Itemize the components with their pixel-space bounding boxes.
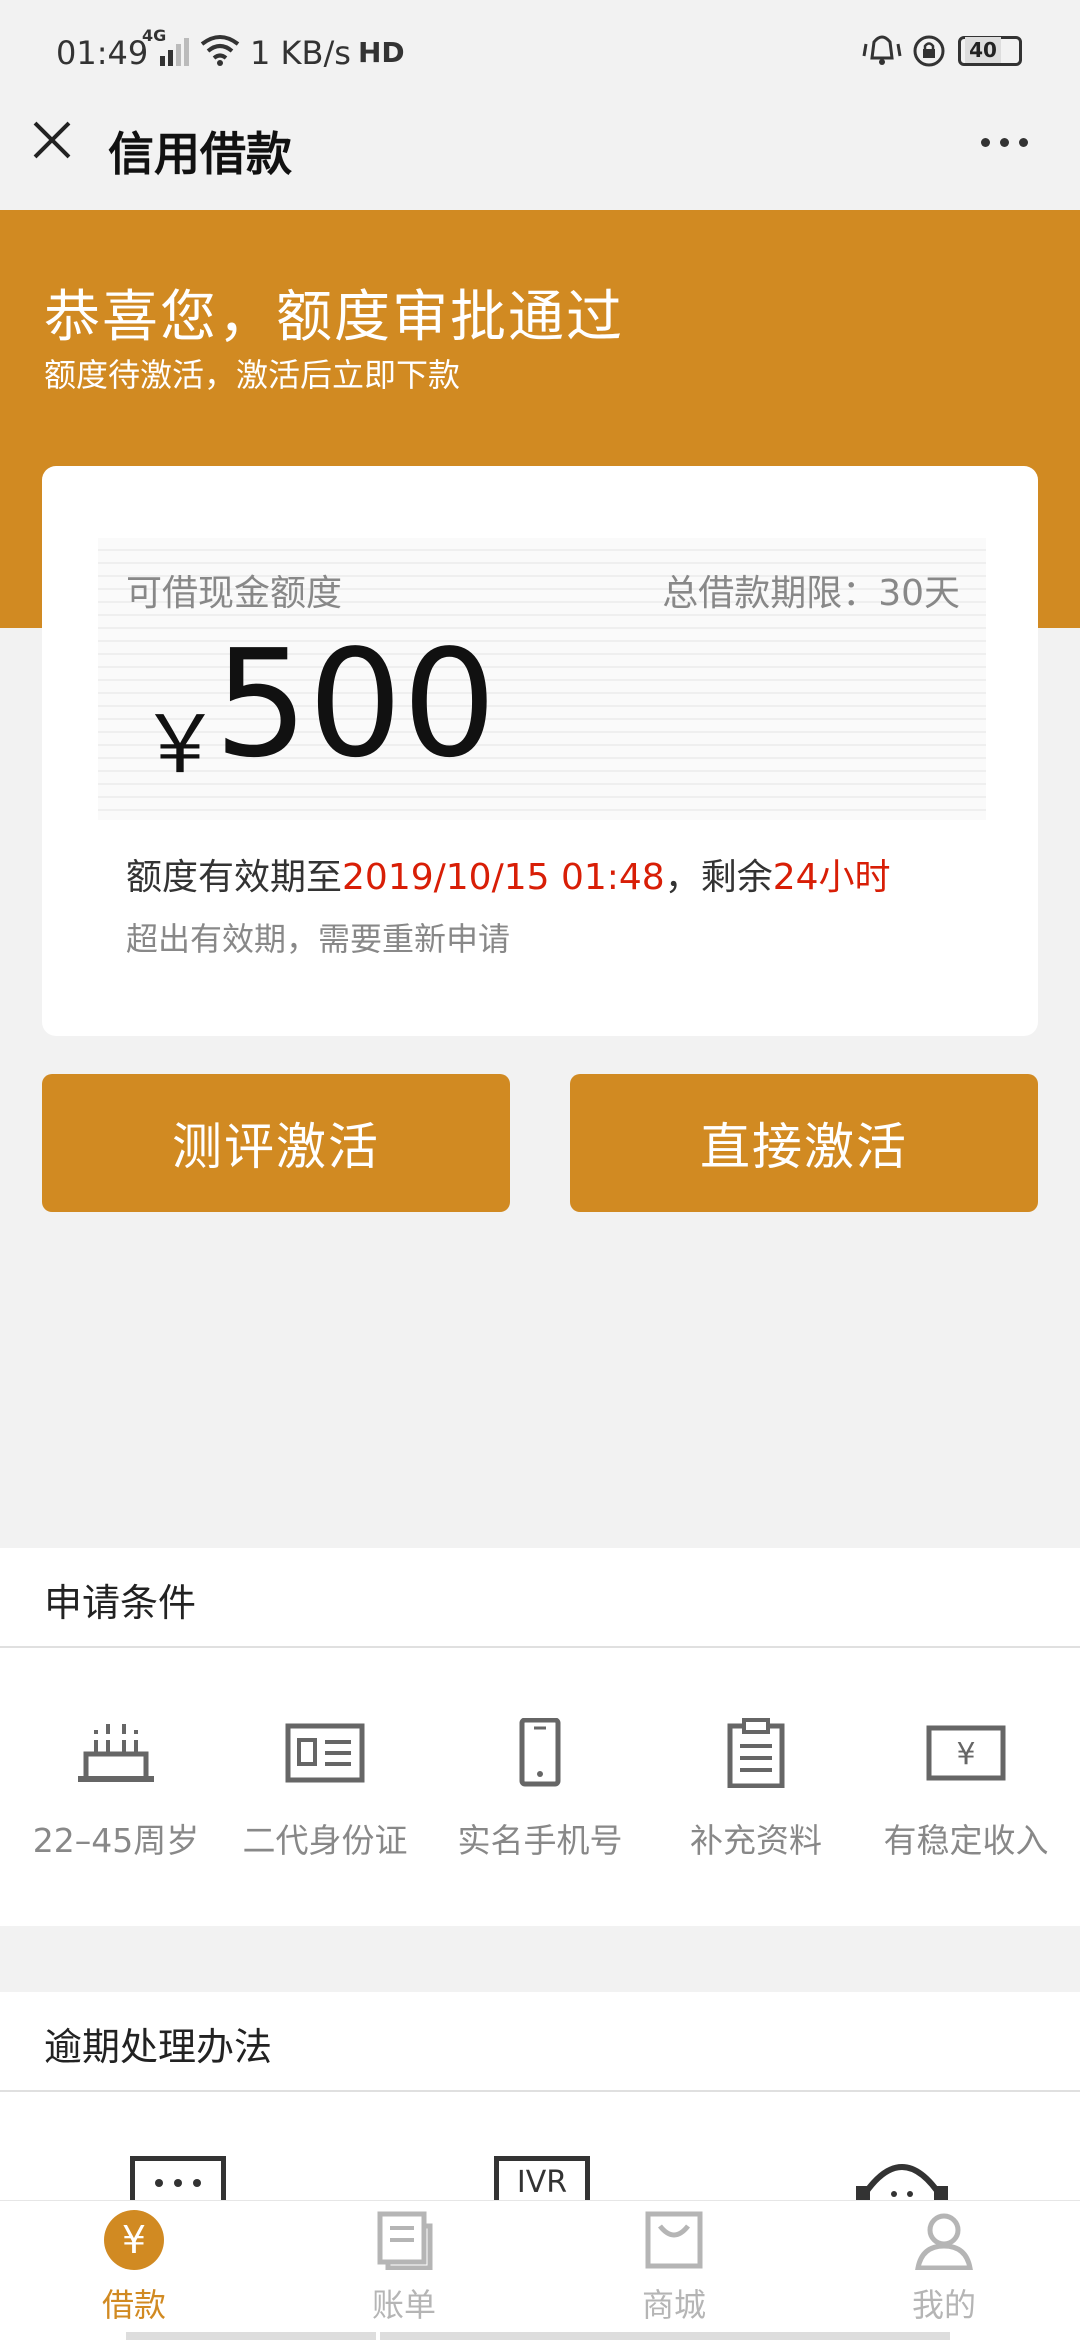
validity-prefix: 额度有效期至: [126, 857, 343, 898]
condition-item-phone: 实名手机号: [440, 1717, 640, 1862]
ivr-icon: IVR: [494, 2156, 590, 2200]
banner-title: 恭喜您，额度审批通过: [44, 285, 624, 350]
network-speed: 1 KB/s: [250, 34, 351, 72]
nav-item-mine[interactable]: 我的: [844, 2210, 1044, 2326]
battery-level: 40: [965, 37, 1001, 63]
id-card-icon: [285, 1718, 365, 1788]
condition-label: 实名手机号: [457, 1821, 623, 1860]
currency-symbol: ￥: [140, 698, 220, 791]
condition-label: 22–45周岁: [32, 1821, 200, 1860]
hd-icon: HD: [358, 36, 405, 69]
bill-icon: [374, 2210, 434, 2271]
amount-label: 可借现金额度: [126, 573, 343, 614]
validity-date: 2019/10/15 01:48: [342, 857, 665, 898]
condition-item-material: 补充资料: [656, 1718, 856, 1862]
page-title: 信用借款: [108, 127, 292, 181]
user-icon: [914, 2210, 974, 2271]
home-indicator: [126, 2332, 376, 2340]
condition-label: 补充资料: [690, 1821, 822, 1860]
validity-remaining: 24小时: [772, 857, 891, 898]
svg-text:¥: ¥: [956, 1737, 975, 1772]
more-icon[interactable]: [975, 128, 1035, 158]
nav-item-loan[interactable]: ¥ 借款: [34, 2210, 234, 2326]
condition-item-age: 22–45周岁: [16, 1718, 216, 1862]
nav-label: 商城: [641, 2286, 706, 2324]
vibrate-icon: [862, 34, 902, 68]
banner-subtitle: 额度待激活，激活后立即下款: [44, 356, 461, 394]
evaluate-activate-button[interactable]: 测评激活: [42, 1074, 510, 1212]
nav-label: 我的: [911, 2286, 976, 2324]
credit-amount: 500: [214, 618, 497, 790]
condition-item-id: 二代身份证: [225, 1718, 425, 1862]
condition-label: 有稳定收入: [883, 1821, 1049, 1860]
expire-note: 超出有效期，需要重新申请: [126, 920, 511, 958]
nav-item-shop[interactable]: 商城: [574, 2210, 774, 2326]
condition-label: 二代身份证: [242, 1821, 408, 1860]
close-icon[interactable]: [30, 118, 74, 162]
term-label: 总借款期限：30天: [662, 573, 960, 614]
clipboard-icon: [716, 1718, 796, 1789]
direct-activate-button[interactable]: 直接激活: [570, 1074, 1038, 1212]
yen-bill-icon: ¥: [926, 1718, 1006, 1788]
nav-label: 账单: [371, 2286, 436, 2324]
yen-icon: ¥: [104, 2210, 164, 2270]
signal-icon: [160, 34, 190, 66]
home-indicator: [380, 2332, 950, 2340]
message-icon: [130, 2156, 226, 2200]
status-bar: 01:49 4G 1 KB/s HD 40: [0, 0, 1080, 110]
cake-icon: [76, 1718, 156, 1788]
nav-label: 借款: [101, 2286, 166, 2324]
headset-icon: [854, 2150, 950, 2202]
phone-icon: [500, 1717, 580, 1788]
status-time: 01:49: [56, 34, 149, 72]
validity-mid: ，剩余: [664, 857, 773, 898]
validity-text: 额度有效期至2019/10/15 01:48，剩余24小时: [126, 848, 891, 900]
nav-item-bill[interactable]: 账单: [304, 2210, 504, 2326]
battery-icon: 40: [958, 36, 1022, 66]
shop-bag-icon: [644, 2210, 704, 2270]
condition-item-income: ¥ 有稳定收入: [866, 1718, 1066, 1862]
lock-rotation-icon: [912, 34, 946, 68]
conditions-title: 申请条件: [44, 1581, 197, 1625]
wifi-icon: [200, 34, 240, 66]
overdue-title: 逾期处理办法: [44, 2025, 273, 2069]
